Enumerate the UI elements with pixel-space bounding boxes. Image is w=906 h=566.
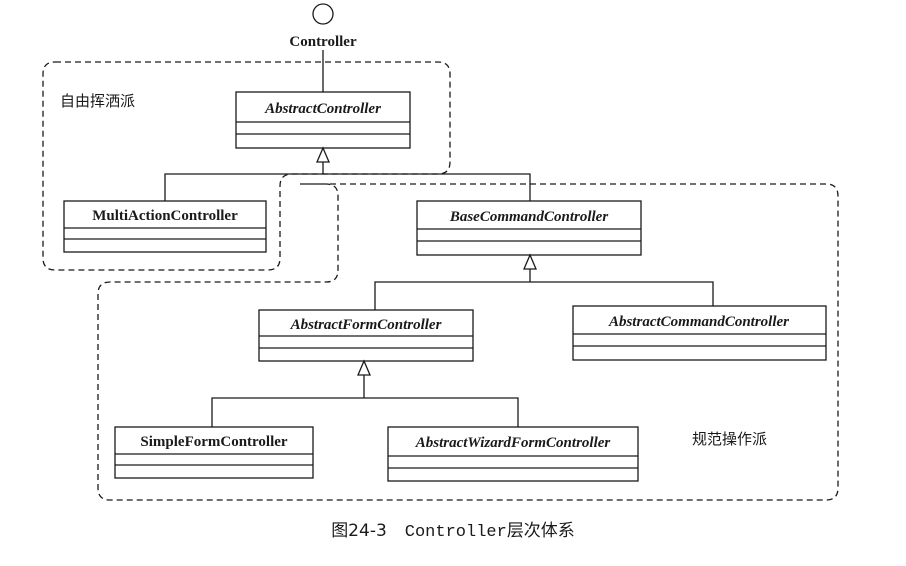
multi-action-controller-name: MultiActionController xyxy=(92,208,238,224)
inheritance-arrow-abstract-form-controller xyxy=(357,359,371,376)
inheritance-link-abstract-controller xyxy=(164,162,531,201)
inheritance-link-base-command-controller xyxy=(374,269,714,310)
figure-title-rest: 层次体系 xyxy=(506,521,575,541)
zone-free-label: 自由挥洒派 xyxy=(60,92,135,110)
abstract-form-controller-name: AbstractFormController xyxy=(290,317,442,333)
figure-caption: 图24-3 Controller层次体系 xyxy=(0,516,906,542)
interface-label: Controller xyxy=(289,34,357,50)
abstract-command-controller-name: AbstractCommandController xyxy=(608,314,789,330)
figure-number: 图24-3 xyxy=(331,521,387,541)
class-hierarchy-diagram: Controller 自由挥洒派 规范操作派 AbstractControlle… xyxy=(42,3,839,501)
figure-code-term: Controller xyxy=(404,523,507,542)
inheritance-link-abstract-form-controller xyxy=(211,375,519,427)
abstract-wizard-form-controller-name: AbstractWizardFormController xyxy=(415,435,611,451)
inheritance-arrow-base-command-controller xyxy=(523,253,537,270)
abstract-controller-name: AbstractController xyxy=(264,101,381,117)
inheritance-arrow-abstract-controller xyxy=(316,146,330,163)
simple-form-controller-name: SimpleFormController xyxy=(140,434,288,450)
interface-lollipop-icon xyxy=(312,3,334,25)
zone-standard-label: 规范操作派 xyxy=(692,430,767,448)
base-command-controller-name: BaseCommandController xyxy=(449,209,609,225)
